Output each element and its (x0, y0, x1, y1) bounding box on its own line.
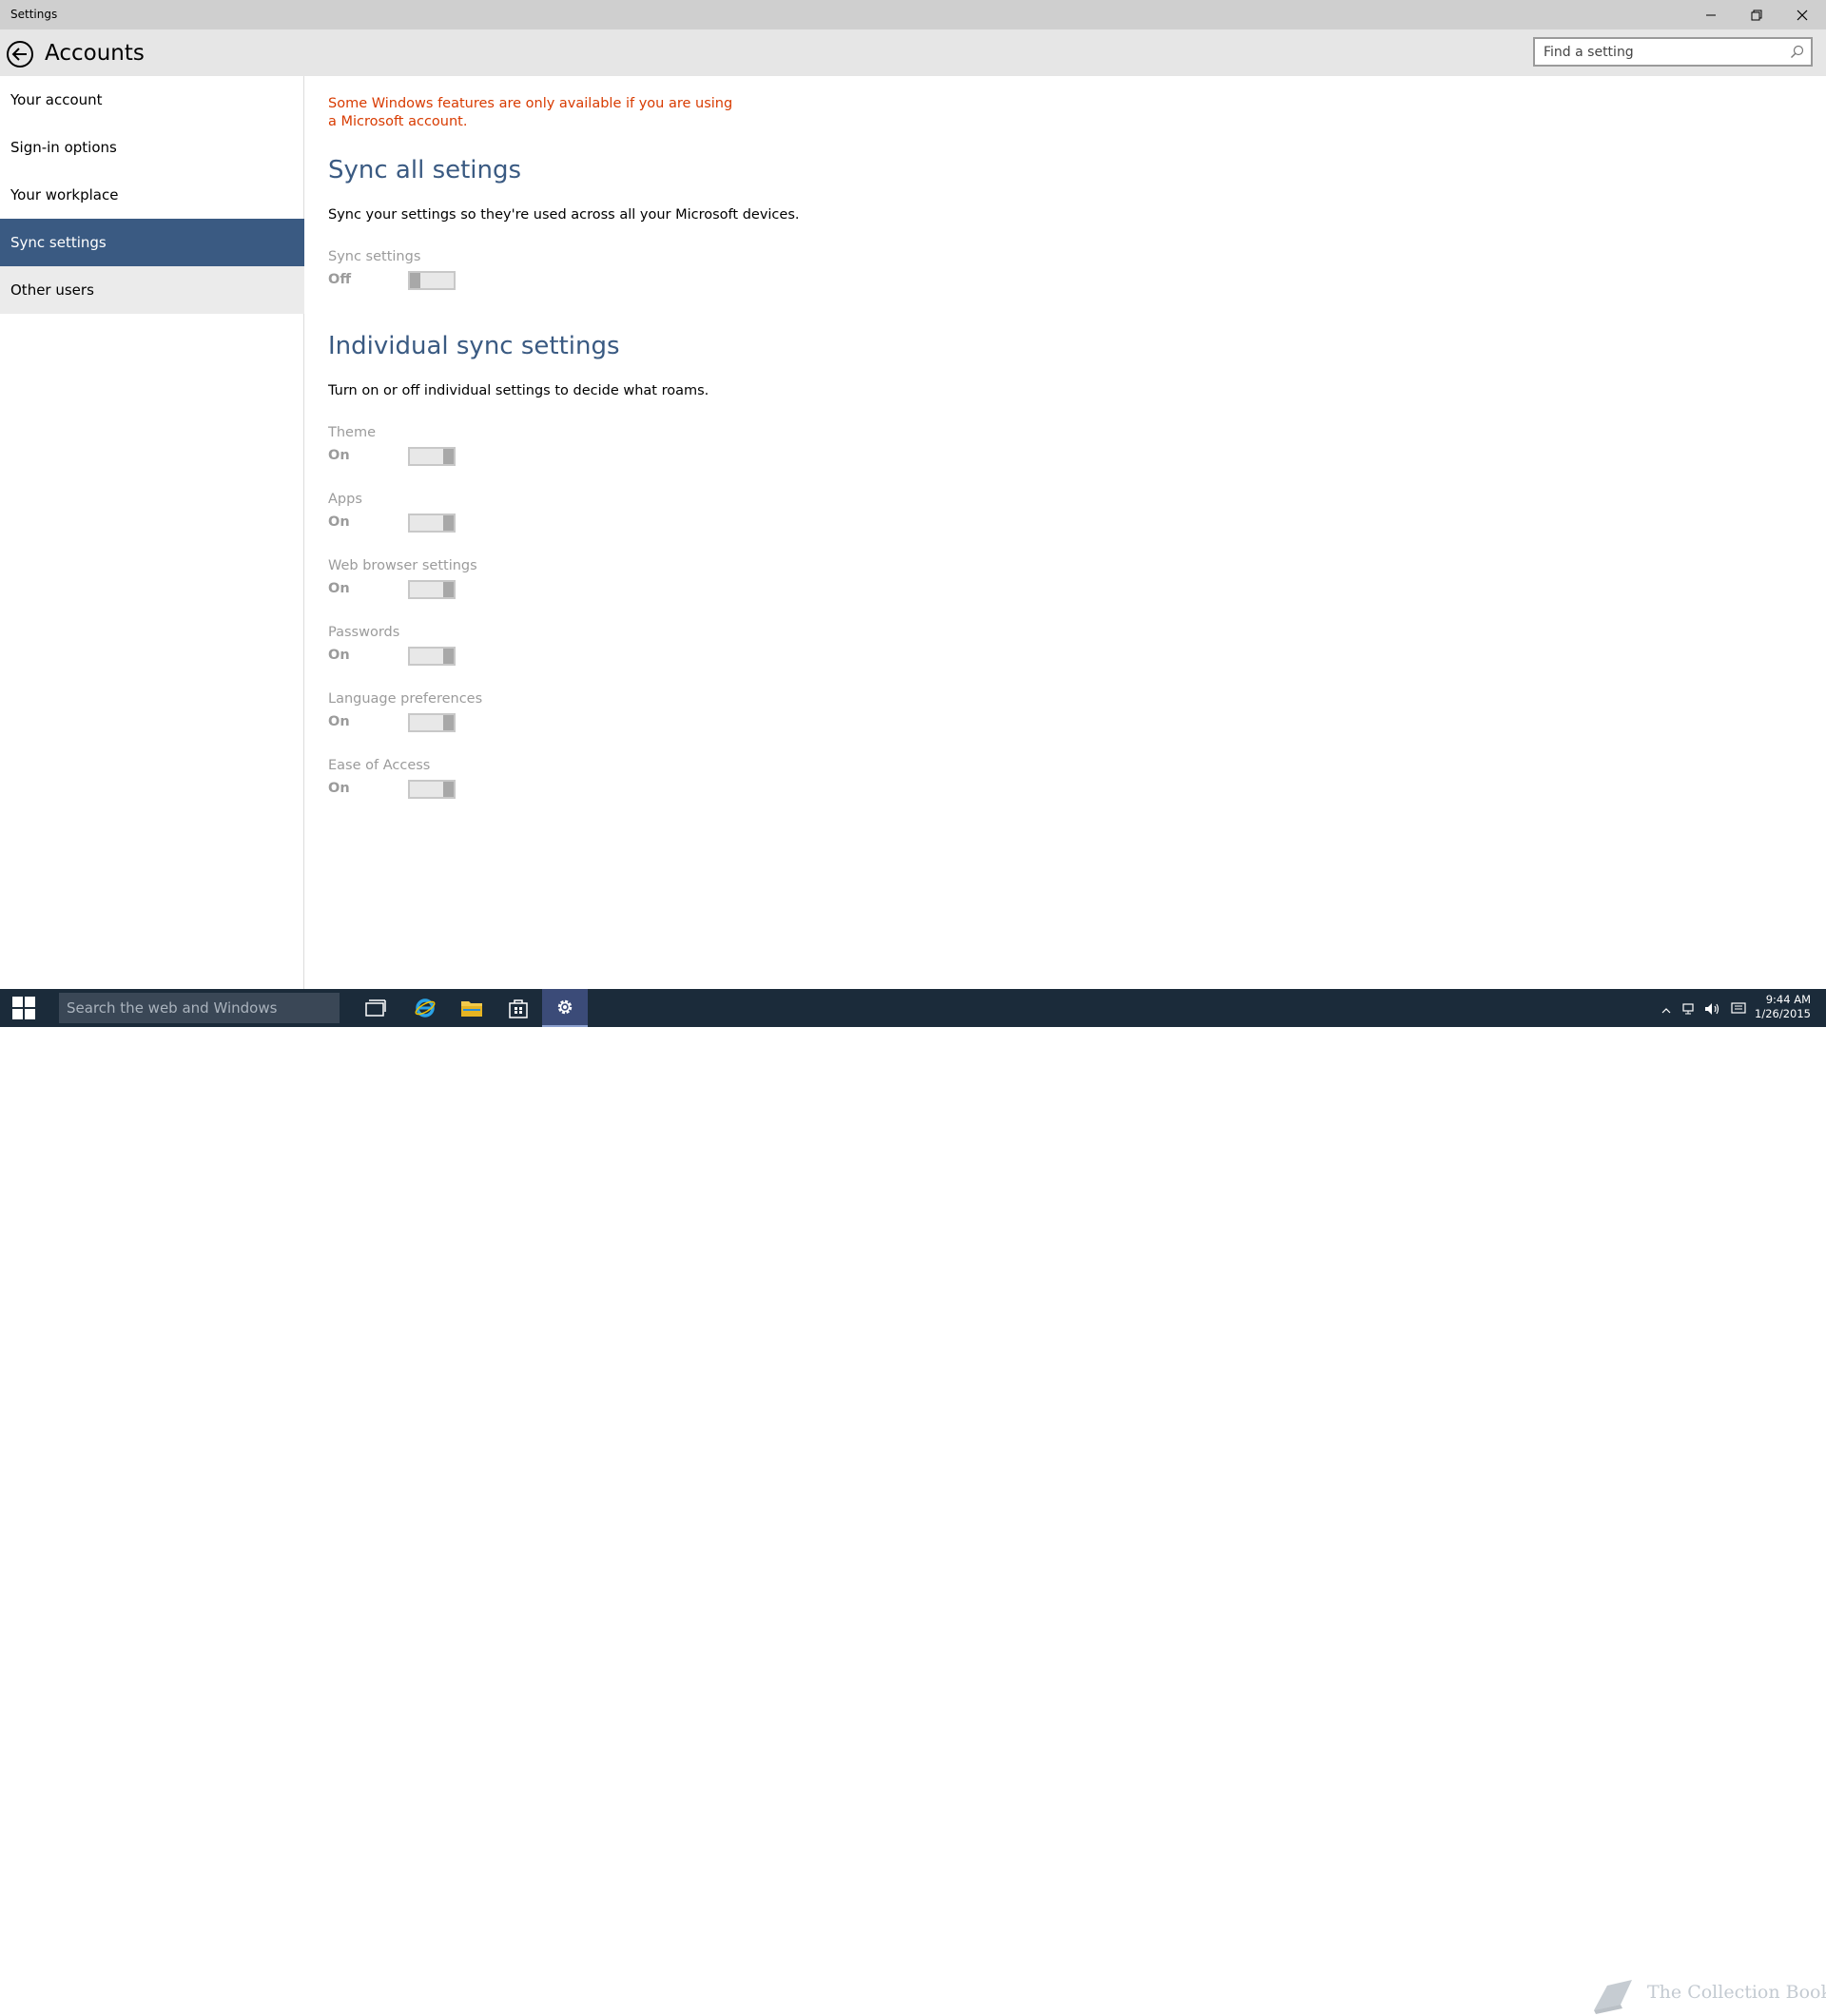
action-center-icon[interactable] (1731, 1001, 1746, 1019)
apps-state: On (328, 514, 350, 530)
theme-label: Theme (328, 425, 377, 440)
microsoft-account-warning: Some Windows features are only available… (328, 96, 733, 129)
page-title: Accounts (45, 41, 145, 66)
toggle-thumb (443, 449, 454, 464)
sidebar-item-your-workplace[interactable]: Your workplace (0, 171, 304, 219)
title-bar: Settings (0, 0, 1826, 29)
individual-sync-title: Individual sync settings (328, 332, 620, 360)
search-icon[interactable] (1790, 45, 1804, 63)
sidebar-item-label: Your workplace (10, 186, 119, 204)
ease-of-access-label: Ease of Access (328, 758, 431, 773)
internet-explorer-icon (415, 998, 436, 1018)
task-view-icon (365, 999, 386, 1017)
restore-button[interactable] (1734, 0, 1779, 29)
language-preferences-label: Language preferences (328, 691, 483, 707)
store-icon (509, 999, 528, 1018)
toggle-thumb (443, 782, 454, 797)
clock-time: 9:44 AM (1765, 993, 1811, 1006)
theme-toggle[interactable] (408, 447, 456, 466)
close-button[interactable] (1779, 0, 1825, 29)
taskbar: Search the web and Windows The Collectio… (0, 989, 1826, 2014)
store-button[interactable] (495, 989, 541, 1027)
clock-date: 1/26/2015 (1755, 1007, 1811, 1020)
individual-sync-description: Turn on or off individual settings to de… (328, 383, 709, 398)
web-browser-settings-label: Web browser settings (328, 558, 477, 573)
passwords-label: Passwords (328, 625, 400, 640)
sync-settings-state: Off (328, 272, 352, 287)
ease-of-access-toggle[interactable] (408, 780, 456, 799)
web-browser-settings-toggle[interactable] (408, 580, 456, 599)
taskbar-search-placeholder: Search the web and Windows (67, 999, 278, 1017)
sidebar-item-label: Sync settings (10, 234, 107, 251)
ease-of-access-state: On (328, 781, 350, 796)
toggle-thumb (443, 582, 454, 597)
network-icon[interactable] (1681, 1001, 1697, 1019)
back-button[interactable] (6, 40, 34, 68)
sidebar-item-label: Sign-in options (10, 139, 117, 156)
settings-taskbar-button[interactable] (542, 989, 588, 1027)
minimize-icon (1706, 14, 1716, 15)
watermark-text: The Collection Book (1647, 1982, 1826, 2003)
toggle-thumb (443, 515, 454, 531)
folder-icon (461, 1001, 482, 1017)
sync-settings-toggle[interactable] (408, 271, 456, 290)
clock[interactable]: 9:44 AM 1/26/2015 (1755, 993, 1811, 1021)
language-preferences-state: On (328, 714, 350, 729)
sidebar-item-sync-settings[interactable]: Sync settings (0, 219, 304, 266)
file-explorer-button[interactable] (449, 989, 495, 1027)
sidebar-item-label: Other users (10, 281, 94, 299)
back-arrow-icon (7, 41, 33, 68)
sidebar-item-your-account[interactable]: Your account (0, 76, 304, 124)
show-hidden-icons-icon[interactable] (1661, 1001, 1671, 1019)
sync-all-description: Sync your settings so they're used acros… (328, 207, 800, 223)
restore-icon (1751, 10, 1762, 20)
find-setting-search[interactable] (1533, 37, 1813, 67)
passwords-toggle[interactable] (408, 647, 456, 666)
windows-logo-icon (12, 997, 35, 1019)
sync-settings-label: Sync settings (328, 249, 421, 264)
toggle-thumb (443, 715, 454, 730)
watermark-logo: The Collection Book (1588, 1974, 1826, 2016)
toggle-thumb (443, 649, 454, 664)
apps-toggle[interactable] (408, 514, 456, 533)
gear-icon (557, 999, 573, 1015)
window-title: Settings (10, 8, 58, 21)
passwords-state: On (328, 648, 350, 663)
web-browser-settings-state: On (328, 581, 350, 596)
theme-state: On (328, 448, 350, 463)
start-button[interactable] (0, 989, 48, 1027)
search-input[interactable] (1535, 39, 1791, 65)
minimize-button[interactable] (1688, 0, 1734, 29)
apps-label: Apps (328, 492, 362, 507)
volume-icon[interactable] (1704, 1001, 1721, 1019)
sidebar-item-sign-in-options[interactable]: Sign-in options (0, 124, 304, 171)
toggle-thumb (410, 273, 420, 288)
main-content: Some Windows features are only available… (328, 76, 1755, 989)
language-preferences-toggle[interactable] (408, 713, 456, 732)
task-view-button[interactable] (353, 989, 398, 1027)
sidebar-item-label: Your account (10, 91, 103, 108)
sync-all-title: Sync all setings (328, 156, 522, 184)
book-icon (1594, 1980, 1632, 2014)
close-icon (1797, 10, 1808, 20)
internet-explorer-button[interactable] (402, 989, 448, 1027)
header: Accounts (0, 29, 1826, 76)
sidebar: Your account Sign-in options Your workpl… (0, 76, 304, 989)
sidebar-item-other-users[interactable]: Other users (0, 266, 304, 314)
taskbar-search-box[interactable]: Search the web and Windows (59, 993, 340, 1023)
